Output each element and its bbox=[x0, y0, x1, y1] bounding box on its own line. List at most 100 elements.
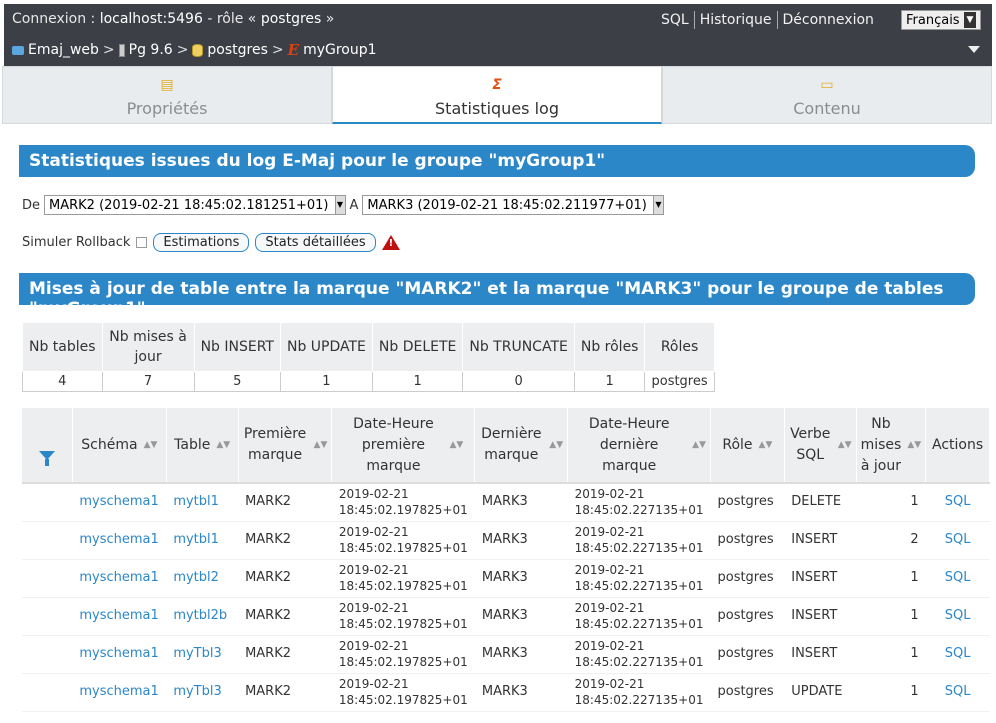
from-label: De bbox=[22, 197, 41, 213]
last-time: 18:45:02.227135+01 bbox=[574, 541, 704, 555]
count-cell: 1 bbox=[856, 673, 926, 712]
sql-action-link[interactable]: SQL bbox=[925, 597, 990, 636]
filter-cell bbox=[22, 482, 73, 522]
last-date: 2019-02-21 bbox=[574, 601, 645, 615]
first-time: 18:45:02.197825+01 bbox=[338, 655, 468, 669]
sort-icon: ▲▼ bbox=[692, 439, 706, 450]
summary-table: Nb tables Nb mises à jour Nb INSERT Nb U… bbox=[22, 322, 715, 392]
database-icon bbox=[192, 43, 204, 57]
column-header[interactable]: Première marque ▲▼ bbox=[238, 408, 333, 483]
role-cell: postgres bbox=[710, 673, 785, 712]
summary-value-row: 4 7 5 1 1 0 1 postgres bbox=[22, 371, 715, 392]
verb-cell: INSERT bbox=[784, 559, 857, 598]
last-date: 2019-02-21 bbox=[574, 487, 645, 502]
schema-link[interactable]: myschema1 bbox=[72, 559, 167, 598]
schema-link[interactable]: myschema1 bbox=[72, 482, 167, 522]
breadcrumb-database[interactable]: postgres bbox=[207, 42, 267, 58]
breadcrumb-group[interactable]: myGroup1 bbox=[303, 42, 376, 58]
first-time: 18:45:02.197825+01 bbox=[338, 579, 468, 593]
first-date: 2019-02-21 bbox=[338, 639, 409, 653]
language-select[interactable]: Français ▼ bbox=[901, 10, 981, 30]
simulate-rollback-checkbox[interactable] bbox=[136, 237, 148, 248]
tab-content[interactable]: ▭ Contenu bbox=[662, 66, 992, 124]
column-header[interactable]: Nb mises à jour ▲▼ bbox=[856, 408, 927, 483]
breadcrumb-server[interactable]: Pg 9.6 bbox=[129, 42, 173, 58]
schema-link[interactable]: myschema1 bbox=[72, 635, 167, 674]
header-label: Date-Heure dernière marque bbox=[588, 415, 670, 474]
table-link[interactable]: mytbl2b bbox=[166, 597, 239, 636]
nav-history-link[interactable]: Historique bbox=[693, 11, 777, 29]
verb-cell: DELETE bbox=[784, 482, 857, 522]
nav-logout-link[interactable]: Déconnexion bbox=[776, 11, 879, 29]
table-link[interactable]: myTbl3 bbox=[166, 635, 239, 674]
breadcrumb: Emaj_web > Pg 9.6 > postgres > E myGroup… bbox=[12, 41, 377, 59]
nav-sql-link[interactable]: SQL bbox=[656, 11, 694, 29]
last-time: 18:45:02.227135+01 bbox=[574, 579, 704, 593]
schema-link[interactable]: myschema1 bbox=[72, 673, 167, 712]
first-mark-cell: MARK2 bbox=[238, 635, 332, 674]
filter-icon[interactable] bbox=[38, 451, 55, 466]
collapse-triangle-icon[interactable] bbox=[968, 46, 980, 53]
to-label: A bbox=[349, 197, 359, 213]
role-cell: postgres bbox=[710, 635, 785, 674]
breadcrumb-emajweb[interactable]: Emaj_web bbox=[28, 42, 99, 58]
column-header[interactable]: Date-Heure dernière marque ▲▼ bbox=[567, 408, 711, 483]
sql-action-link[interactable]: SQL bbox=[925, 559, 990, 598]
column-header[interactable]: Table ▲▼ bbox=[166, 408, 239, 483]
sort-icon: ▲▼ bbox=[907, 439, 922, 450]
from-mark-select[interactable]: MARK2 (2019-02-21 18:45:02.181251+01) ▼ bbox=[44, 195, 346, 215]
verb-cell: INSERT bbox=[784, 597, 857, 636]
last-date: 2019-02-21 bbox=[574, 563, 645, 577]
column-header: Actions bbox=[925, 408, 990, 483]
table-row: myschema1 mytbl1 MARK2 2019-02-21 18:45:0… bbox=[22, 521, 990, 560]
to-mark-value: MARK3 (2019-02-21 18:45:02.211977+01) bbox=[367, 197, 647, 213]
estimations-button[interactable]: Estimations bbox=[153, 233, 250, 252]
table-link[interactable]: mytbl1 bbox=[166, 482, 239, 522]
column-header[interactable]: Date-Heure première marque ▲▼ bbox=[331, 408, 476, 483]
column-header[interactable]: Verbe SQL ▲▼ bbox=[784, 408, 857, 483]
summary-cell: 7 bbox=[101, 371, 195, 392]
sql-action-link[interactable]: SQL bbox=[925, 673, 990, 712]
summary-cell: 1 bbox=[573, 371, 646, 392]
header-label: Nb mises à jour bbox=[860, 415, 902, 474]
schema-link[interactable]: myschema1 bbox=[72, 597, 167, 636]
summary-header: Rôles bbox=[644, 322, 715, 372]
to-mark-select[interactable]: MARK3 (2019-02-21 18:45:02.211977+01) ▼ bbox=[362, 195, 664, 215]
count-cell: 1 bbox=[856, 482, 926, 522]
last-mark-cell: MARK3 bbox=[474, 597, 568, 636]
dropdown-arrow-icon: ▼ bbox=[964, 12, 976, 28]
table-link[interactable]: mytbl1 bbox=[166, 521, 239, 560]
header-label: Schéma bbox=[81, 436, 138, 453]
filter-cell bbox=[22, 597, 73, 636]
sort-icon: ▲▼ bbox=[758, 439, 773, 450]
mark-range-selector: De MARK2 (2019-02-21 18:45:02.181251+01)… bbox=[22, 195, 664, 215]
column-header[interactable]: Schéma ▲▼ bbox=[72, 408, 167, 483]
sql-action-link[interactable]: SQL bbox=[925, 521, 990, 560]
tab-log-statistics[interactable]: Σ Statistiques log bbox=[332, 66, 662, 124]
table-link[interactable]: mytbl2 bbox=[166, 559, 239, 598]
count-cell: 1 bbox=[856, 597, 926, 636]
dropdown-arrow-icon: ▼ bbox=[334, 196, 345, 214]
last-datetime-cell: 2019-02-21 18:45:02.227135+01 bbox=[567, 673, 711, 712]
column-header[interactable]: Rôle ▲▼ bbox=[710, 408, 785, 483]
first-mark-cell: MARK2 bbox=[238, 559, 332, 598]
count-cell: 2 bbox=[856, 521, 926, 560]
schema-link[interactable]: myschema1 bbox=[72, 521, 167, 560]
detailed-stats-button[interactable]: Stats détaillées bbox=[255, 233, 376, 252]
connection-role: postgres bbox=[260, 11, 322, 27]
tab-properties[interactable]: ▤ Propriétés bbox=[2, 66, 332, 124]
table-link[interactable]: myTbl3 bbox=[166, 673, 239, 712]
sql-action-link[interactable]: SQL bbox=[925, 482, 990, 522]
role-cell: postgres bbox=[710, 521, 785, 560]
summary-cell: 1 bbox=[371, 371, 464, 392]
summary-cell: postgres bbox=[644, 371, 715, 392]
verb-cell: INSERT bbox=[784, 521, 857, 560]
column-header[interactable]: Dernière marque ▲▼ bbox=[474, 408, 569, 483]
sql-action-link[interactable]: SQL bbox=[925, 635, 990, 674]
first-datetime-cell: 2019-02-21 18:45:02.197825+01 bbox=[331, 482, 475, 522]
last-datetime-cell: 2019-02-21 18:45:02.227135+01 bbox=[567, 559, 711, 598]
first-date: 2019-02-21 bbox=[338, 487, 409, 502]
last-date: 2019-02-21 bbox=[574, 525, 645, 539]
filter-cell bbox=[22, 559, 73, 598]
table-row: myschema1 mytbl2 MARK2 2019-02-21 18:45:0… bbox=[22, 559, 990, 598]
